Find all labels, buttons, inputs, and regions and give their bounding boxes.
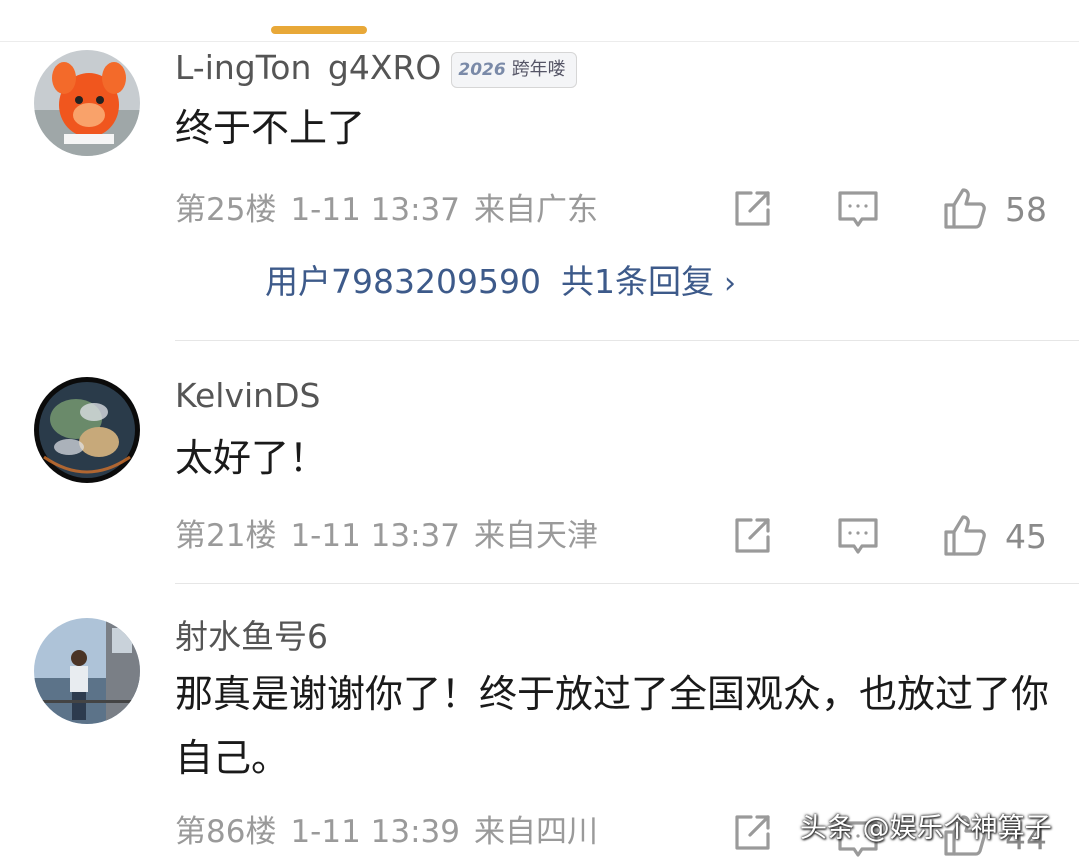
username[interactable]: 射水鱼号6 (175, 617, 328, 657)
comment-date: 1-11 13:37 (290, 518, 460, 554)
floor-number: 第21楼 (175, 518, 277, 554)
watermark: 头条 @娱乐个神算子 (800, 813, 1052, 844)
share-icon[interactable] (731, 515, 773, 561)
share-icon[interactable] (731, 188, 773, 234)
floor-number: 第25楼 (175, 192, 277, 228)
comment-location: 来自天津 (474, 518, 598, 554)
comment-meta: 第25楼 1-11 13:37 来自广东 (175, 190, 612, 230)
chevron-right-icon: › (723, 266, 736, 301)
share-icon[interactable] (731, 812, 773, 858)
reply-count: 共1条回复 (560, 262, 714, 301)
thumbs-up-icon[interactable] (942, 185, 988, 235)
comment-text: 终于不上了 (175, 106, 366, 150)
comment-divider (175, 583, 1079, 584)
floor-number: 第86楼 (175, 814, 277, 850)
comment-meta: 第21楼 1-11 13:37 来自天津 (175, 516, 612, 556)
comment-text: 那真是谢谢你了！终于放过了全国观众，也放过了你自己。 (175, 672, 1050, 780)
like-count: 58 (1005, 190, 1047, 229)
comment-text: 太好了！ (175, 436, 328, 480)
avatar[interactable] (34, 50, 140, 156)
avatar[interactable] (34, 377, 140, 483)
comment-date: 1-11 13:37 (290, 192, 460, 228)
comment-icon[interactable] (836, 515, 880, 561)
thumbs-up-icon[interactable] (942, 512, 988, 562)
badge-label: 跨年喽 (511, 58, 566, 80)
comment-location: 来自四川 (474, 814, 598, 850)
username[interactable]: L-ingTon g4XRO 2026 跨年喽 (175, 48, 577, 88)
like-count: 45 (1005, 517, 1047, 556)
comment-location: 来自广东 (474, 192, 598, 228)
comment-date: 1-11 13:39 (290, 814, 460, 850)
reply-username: 用户7983209590 (265, 262, 541, 301)
comment-divider (175, 340, 1079, 341)
username-text: L-ingTon g4XRO (175, 48, 442, 87)
view-replies-link[interactable]: 用户7983209590 共1条回复 › (265, 262, 736, 304)
comment-icon[interactable] (836, 188, 880, 234)
comment-meta: 第86楼 1-11 13:39 来自四川 (175, 812, 612, 852)
badge-year: 2026 (458, 59, 506, 80)
event-badge[interactable]: 2026 跨年喽 (451, 51, 577, 88)
username[interactable]: KelvinDS (175, 376, 320, 416)
top-divider (0, 41, 1079, 42)
avatar[interactable] (34, 618, 140, 724)
tab-indicator (271, 26, 367, 34)
